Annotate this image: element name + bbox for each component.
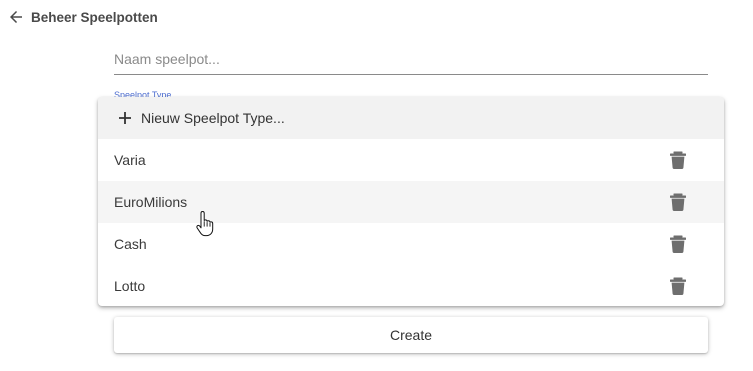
trash-icon[interactable]	[670, 235, 686, 253]
option-label: Cash	[114, 236, 147, 252]
speelpot-name-input[interactable]	[114, 44, 708, 74]
option-label: Varia	[114, 152, 146, 168]
trash-icon[interactable]	[670, 193, 686, 211]
arrow-left-icon	[10, 11, 22, 23]
page-header: Beheer Speelpotten	[6, 6, 158, 28]
trash-icon[interactable]	[670, 151, 686, 169]
speelpot-type-dropdown: Nieuw Speelpot Type... Varia EuroMilions…	[98, 97, 724, 306]
speelpot-name-field[interactable]	[114, 44, 708, 75]
option-label: Lotto	[114, 278, 146, 294]
speelpot-type-option[interactable]: EuroMilions	[98, 181, 724, 223]
create-button[interactable]: Create	[114, 317, 708, 353]
new-speelpot-type-option[interactable]: Nieuw Speelpot Type...	[98, 97, 724, 139]
speelpot-type-option[interactable]: Cash	[98, 223, 724, 265]
back-button[interactable]	[6, 7, 26, 27]
speelpot-type-option[interactable]: Varia	[98, 139, 724, 181]
new-speelpot-type-label: Nieuw Speelpot Type...	[141, 110, 285, 126]
plus-icon	[118, 111, 132, 125]
option-label: EuroMilions	[114, 194, 188, 210]
page-title: Beheer Speelpotten	[31, 9, 158, 25]
speelpot-type-option[interactable]: Lotto	[98, 265, 724, 306]
trash-icon[interactable]	[670, 277, 686, 295]
